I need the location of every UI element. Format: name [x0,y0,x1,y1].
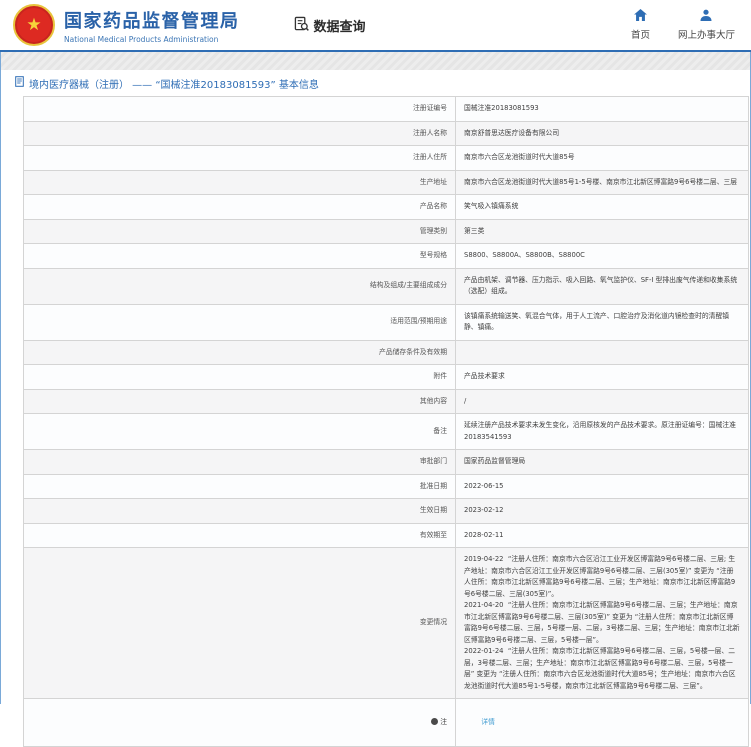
data-query-tab[interactable]: 数据查询 [294,16,366,35]
row-value: 2028-02-11 [455,522,749,548]
national-emblem-icon: ★ [13,4,55,46]
row-label: 变更情况 [23,547,456,699]
row-value: 国械注准20183081593 [455,96,749,122]
row-value: S8800、S8800A、S8800B、S8800C [455,243,749,269]
table-row: 结构及组成/主要组成成分 产品由机架、调节器、压力指示、吸入回路、氧气监护仪、SF… [23,267,749,305]
document-icon [15,76,24,90]
document-search-icon [294,16,309,35]
registration-detail-table: 注册证编号 国械注准20183081593 注册人名称 南京舒普思达医疗设备有限公司注… [23,96,749,747]
row-label: 其他内容 [23,388,456,414]
data-query-label: 数据查询 [313,19,366,35]
nav-home-label: 首页 [630,30,650,41]
user-icon [700,9,712,24]
table-row: 备注 延续注册产品技术要求未发生变化，沿用原核发的产品技术要求。原注册证编号：国械… [23,413,749,450]
agency-title-block: 国家药品监督管理局 National Medical Products Admi… [64,7,240,44]
row-label: 审批部门 [23,449,456,475]
nav-item-home[interactable]: 首页 [631,9,650,41]
table-row: 变更情况 2019-04-22 “注册人住所：南京市六合区沿江工业开发区博富路9号… [23,547,749,699]
agency-name-cn: 国家药品监督管理局 [64,10,240,32]
nav-hall-label: 网上办事大厅 [677,30,735,41]
table-row: 生效日期 2023-02-12 [23,498,749,524]
row-value: 2019-04-22 “注册人住所：南京市六合区沿江工业开发区博富路9号6号楼二… [455,547,749,699]
row-label: 附件 [23,364,456,390]
breadcrumb: 境内医疗器械（注册） —— “国械注准20183081593” 基本信息 [0,70,751,96]
row-label: 型号规格 [23,243,456,269]
breadcrumb-text: 境内医疗器械（注册） —— “国械注准20183081593” 基本信息 [29,79,319,91]
row-value: / [455,388,749,414]
detail-table-body: 注册证编号 国械注准20183081593 注册人名称 南京舒普思达医疗设备有限公司注… [23,96,749,747]
agency-logo-link[interactable]: ★ 国家药品监督管理局 National Medical Products Ad… [13,4,240,46]
details-link[interactable]: 详情 [481,718,495,726]
row-value: 笑气吸入镇痛系统 [455,194,749,220]
row-value: 南京市六合区龙池街道时代大道85号 [455,145,749,171]
row-value: 产品技术要求 [455,364,749,390]
table-row: 产品名称 笑气吸入镇痛系统 [23,194,749,220]
row-value: 第三类 [455,218,749,244]
row-value: 该镇痛系统输送笑、氧混合气体，用于人工流产、口腔治疗及消化道内镜检查时的清醒镇静… [455,303,749,341]
row-label: 适用范围/预期用途 [23,303,456,341]
hatched-gray-band [0,52,751,70]
row-label: 有效期至 [23,522,456,548]
row-label: 注册证编号 [23,96,456,122]
table-row: 其他内容 / [23,388,749,414]
table-row: 审批部门 国家药品监督管理局 [23,449,749,475]
table-row: 注册人名称 南京舒普思达医疗设备有限公司 [23,120,749,146]
content-left-border [0,52,1,704]
table-row: 生产地址 南京市六合区龙池街道时代大道85号1-5号楼、南京市江北新区博富路9号6… [23,169,749,195]
table-row: 批准日期 2022-06-15 [23,473,749,499]
row-label: 注册人名称 [23,120,456,146]
row-value: 产品由机架、调节器、压力指示、吸入回路、氧气监护仪、SF-Ⅰ 型排出废气传递和收… [455,267,749,305]
table-row: 型号规格 S8800、S8800A、S8800B、S8800C [23,243,749,269]
agency-name-en: National Medical Products Administration [64,34,219,44]
row-label: 结构及组成/主要组成成分 [23,267,456,305]
row-value: 国家药品监督管理局 [455,449,749,475]
row-label: 生产地址 [23,169,456,195]
nav-item-service-hall[interactable]: 网上办事大厅 [678,9,735,41]
row-label: 生效日期 [23,498,456,524]
row-label: 批准日期 [23,473,456,499]
header-bar: ★ 国家药品监督管理局 National Medical Products Ad… [0,0,751,50]
row-value: 2022-06-15 [455,473,749,499]
row-value: 延续注册产品技术要求未发生变化，沿用原核发的产品技术要求。原注册证编号：国械注准… [455,413,749,450]
top-nav: 首页 网上办事大厅 [631,9,751,41]
row-value [455,339,749,365]
table-row: 注册人住所 南京市六合区龙池街道时代大道85号 [23,145,749,171]
row-label: 注册人住所 [23,145,456,171]
table-row: 附件 产品技术要求 [23,364,749,390]
row-value: 南京舒普思达医疗设备有限公司 [455,120,749,146]
note-label-text: 注 [440,717,447,726]
note-icon [431,717,439,725]
row-label: 产品储存条件及有效期 [23,339,456,365]
note-row: 注 详情 [23,698,749,747]
row-label: 产品名称 [23,194,456,220]
row-value: 2023-02-12 [455,498,749,524]
table-row: 适用范围/预期用途 该镇痛系统输送笑、氧混合气体，用于人工流产、口腔治疗及消化道内… [23,303,749,341]
row-label: 备注 [23,413,456,450]
row-label: 管理类别 [23,218,456,244]
row-value: 南京市六合区龙池街道时代大道85号1-5号楼、南京市江北新区博富路9号6号楼二层… [455,169,749,195]
table-row: 有效期至 2028-02-11 [23,522,749,548]
home-icon [634,9,647,24]
table-row: 注册证编号 国械注准20183081593 [23,96,749,122]
table-row: 管理类别 第三类 [23,218,749,244]
table-row: 产品储存条件及有效期 [23,339,749,365]
note-row-label: 注 [23,698,456,747]
